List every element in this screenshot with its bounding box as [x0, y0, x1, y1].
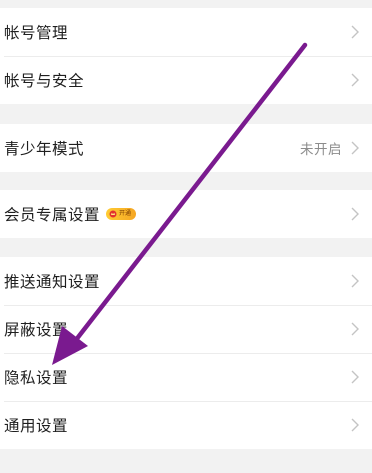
chevron-right-icon: [348, 138, 362, 158]
chevron-right-icon: [348, 70, 362, 90]
row-label: 通用设置: [4, 417, 69, 435]
settings-row-push-notifications[interactable]: 推送通知设置: [0, 257, 372, 305]
vip-crown-icon: [109, 210, 117, 218]
vip-badge-pill: 开通: [106, 208, 137, 220]
settings-row-general-settings[interactable]: 通用设置: [0, 401, 372, 449]
row-label: 帐号管理: [4, 24, 69, 42]
row-label: 帐号与安全: [4, 72, 85, 90]
settings-row-account-security[interactable]: 帐号与安全: [0, 56, 372, 104]
chevron-right-icon: [348, 319, 362, 339]
vip-badge-text: 开通: [119, 210, 132, 217]
account-group: 帐号管理 帐号与安全: [0, 8, 372, 104]
vip-badge: 开通: [106, 207, 137, 221]
youth-group: 青少年模式 未开启: [0, 124, 372, 172]
chevron-right-icon: [348, 271, 362, 291]
chevron-right-icon: [348, 415, 362, 435]
settings-row-youth-mode[interactable]: 青少年模式 未开启: [0, 124, 372, 172]
row-label: 隐私设置: [4, 369, 69, 387]
row-label: 青少年模式: [4, 140, 85, 158]
chevron-right-icon: [348, 22, 362, 42]
settings-page: 帐号管理 帐号与安全 青少年模式 未开启 会员专属设置 开通 推送通知设置 屏蔽…: [0, 0, 372, 473]
chevron-right-icon: [348, 367, 362, 387]
row-label: 屏蔽设置: [4, 321, 69, 339]
chevron-right-icon: [348, 204, 362, 224]
settings-row-member-settings[interactable]: 会员专属设置 开通: [0, 190, 372, 238]
youth-mode-status: 未开启: [300, 142, 342, 158]
general-group: 推送通知设置 屏蔽设置 隐私设置 通用设置: [0, 257, 372, 449]
member-group: 会员专属设置 开通: [0, 190, 372, 238]
row-label: 会员专属设置: [4, 206, 101, 224]
row-label: 推送通知设置: [4, 273, 101, 291]
settings-row-account-management[interactable]: 帐号管理: [0, 8, 372, 56]
settings-row-block-settings[interactable]: 屏蔽设置: [0, 305, 372, 353]
settings-row-privacy-settings[interactable]: 隐私设置: [0, 353, 372, 401]
